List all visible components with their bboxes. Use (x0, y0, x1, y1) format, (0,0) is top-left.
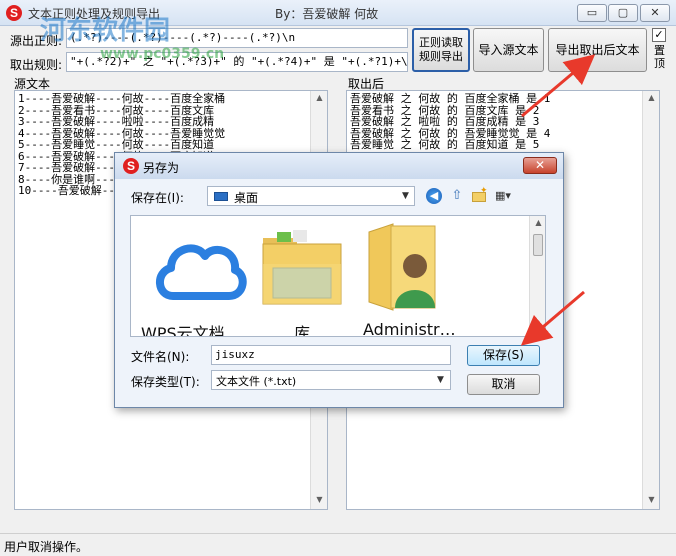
scroll-up-icon[interactable]: ▲ (530, 218, 545, 227)
dialog-title: 另存为 (143, 161, 180, 175)
desktop-icon (214, 192, 228, 201)
back-arrow-icon[interactable]: ◀ (426, 188, 442, 204)
maximize-icon: ▢ (617, 6, 629, 19)
save-button[interactable]: 保存(S) (467, 345, 540, 366)
save-as-dialog: S 另存为 ✕ 保存在(I): 桌面 ▼ ◀ ⇧ ✦ ▦▾ WPS云文档 库 A… (114, 152, 564, 408)
filetype-value: 文本文件 (*.txt) (216, 375, 297, 388)
close-icon: ✕ (650, 6, 660, 19)
dialog-app-icon: S (123, 158, 139, 174)
filename-input[interactable]: jisuxz (211, 345, 451, 365)
scroll-thumb[interactable] (533, 234, 543, 256)
close-icon: ✕ (534, 158, 546, 172)
site-watermark: 河东软件园 (40, 16, 171, 46)
import-source-button[interactable]: 导入源文本 (473, 28, 544, 72)
view-menu-icon[interactable]: ▦▾ (495, 188, 521, 204)
filetype-dropdown[interactable]: 文本文件 (*.txt) ▼ (211, 370, 451, 390)
status-text: 用户取消操作。 (4, 540, 89, 554)
user-folder-icon[interactable] (363, 222, 443, 312)
file-item-label[interactable]: WPS云文档 (141, 320, 225, 336)
library-folder-icon[interactable] (259, 228, 345, 308)
save-in-label: 保存在(I): (131, 191, 184, 205)
new-folder-icon[interactable]: ✦ (471, 186, 488, 204)
scroll-down-icon[interactable]: ▼ (311, 495, 328, 504)
save-in-value: 桌面 (234, 191, 259, 205)
status-bar: 用户取消操作。 (0, 533, 676, 556)
wps-cloud-icon[interactable] (151, 230, 247, 310)
file-item-label[interactable]: 库 (294, 320, 310, 336)
browser-scrollbar[interactable]: ▲ (529, 216, 545, 336)
pin-checkbox[interactable]: ✓ (652, 28, 666, 42)
pin-label: 置顶 (654, 44, 665, 70)
file-item-label[interactable]: Administr… (363, 320, 456, 336)
minimize-icon: ▭ (586, 6, 598, 19)
file-browser-pane[interactable]: WPS云文档 库 Administr… ▲ (130, 215, 546, 337)
export-result-button[interactable]: 导出取出后文本 (548, 28, 647, 72)
text-line: 吾爱破解 之 何故 的 百度全家桶 是 1 (350, 92, 551, 105)
site-watermark-url: www.pc0359.cn (100, 46, 225, 62)
text-line: 3----吾爱破解----啦啦----百度成精 (18, 115, 215, 128)
cancel-button[interactable]: 取消 (467, 374, 540, 395)
scroll-down-icon[interactable]: ▼ (643, 495, 660, 504)
extract-rule-label: 取出规则: (10, 58, 63, 72)
save-in-dropdown[interactable]: 桌面 ▼ (207, 186, 415, 206)
app-logo-icon: S (6, 5, 22, 21)
chevron-down-icon: ▼ (437, 375, 444, 385)
chevron-down-icon: ▼ (402, 191, 409, 201)
result-scrollbar[interactable]: ▲ ▼ (642, 91, 659, 509)
regex-read-export-button[interactable]: 正则读取 规则导出 (412, 28, 470, 72)
dialog-titlebar (115, 153, 563, 179)
filetype-label: 保存类型(T): (131, 375, 200, 389)
scroll-up-icon[interactable]: ▲ (311, 93, 328, 102)
window-byline: By：吾爱破解 何故 (275, 7, 379, 21)
text-line: 吾爱破解 之 啦啦 的 百度成精 是 3 (350, 115, 540, 128)
up-folder-icon[interactable]: ⇧ (449, 188, 465, 204)
maximize-button[interactable]: ▢ (608, 4, 638, 22)
dialog-close-button[interactable]: ✕ (523, 157, 557, 174)
text-line: 5----吾爱睡觉----何故----百度知道 (18, 138, 215, 151)
close-button[interactable]: ✕ (640, 4, 670, 22)
scroll-up-icon[interactable]: ▲ (643, 93, 660, 102)
text-line: 吾爱睡觉 之 何故 的 百度知道 是 5 (350, 138, 540, 151)
text-line: 1----吾爱破解----何故----百度全家桶 (18, 92, 226, 105)
minimize-button[interactable]: ▭ (577, 4, 607, 22)
filename-label: 文件名(N): (131, 350, 190, 364)
